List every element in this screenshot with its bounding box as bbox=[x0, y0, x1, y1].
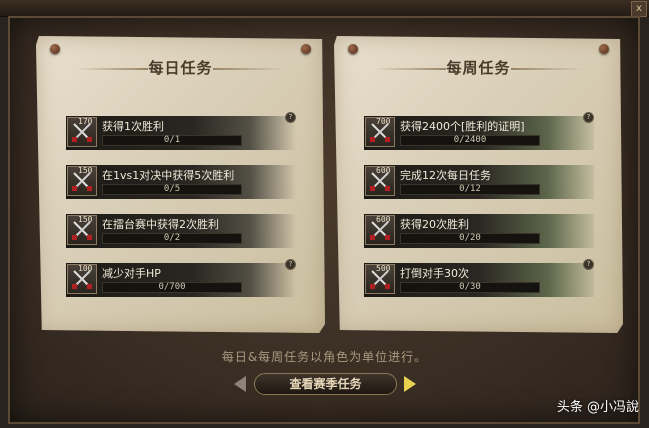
task-progress: 0/30 bbox=[459, 282, 481, 292]
help-icon[interactable]: ? bbox=[285, 259, 296, 270]
task-points: 500 bbox=[376, 264, 391, 273]
weekly-task-2[interactable]: 600 完成12次每日任务 0/12 bbox=[364, 165, 594, 199]
pin-icon bbox=[599, 44, 609, 54]
pin-icon bbox=[348, 44, 358, 54]
task-name: 打倒对手30次 bbox=[400, 267, 469, 280]
help-icon[interactable]: ? bbox=[285, 112, 296, 123]
task-progress-bar: 0/1 bbox=[102, 135, 242, 146]
task-points: 150 bbox=[78, 215, 93, 224]
task-name: 获得20次胜利 bbox=[400, 218, 469, 231]
quest-note: 每日&每周任务以角色为单位进行。 bbox=[221, 350, 428, 364]
task-name: 在擂台赛中获得2次胜利 bbox=[102, 218, 219, 231]
task-points: 700 bbox=[376, 117, 391, 126]
prev-arrow-icon[interactable] bbox=[234, 376, 246, 392]
weekly-quests-panel: 每周任务 700 获得2400个[胜利的证明] 0/2400 ? 600 完成1… bbox=[334, 36, 623, 333]
help-icon[interactable]: ? bbox=[583, 112, 594, 123]
task-points: 150 bbox=[78, 166, 93, 175]
task-progress: 0/1 bbox=[163, 135, 181, 145]
task-progress: 0/2 bbox=[163, 233, 181, 243]
daily-quests-panel: 每日任务 170 获得1次胜利 0/1 ? 150 在1vs1对决中获得5次胜利… bbox=[36, 36, 325, 333]
watermark: 头条 @小冯說 bbox=[556, 400, 639, 415]
task-name: 获得2400个[胜利的证明] bbox=[400, 120, 525, 133]
help-icon[interactable]: ? bbox=[583, 259, 594, 270]
task-progress-bar: 0/2400 bbox=[400, 135, 540, 146]
window-top-bar: x bbox=[0, 0, 649, 17]
daily-quests-title: 每日任务 bbox=[148, 59, 213, 77]
task-name: 获得1次胜利 bbox=[102, 120, 164, 133]
task-progress-bar: 0/5 bbox=[102, 184, 242, 195]
task-points: 600 bbox=[376, 166, 391, 175]
task-progress-bar: 0/700 bbox=[102, 282, 242, 293]
next-arrow-icon[interactable] bbox=[404, 376, 416, 392]
weekly-task-4[interactable]: 500 打倒对手30次 0/30 ? bbox=[364, 259, 594, 297]
weekly-task-1[interactable]: 700 获得2400个[胜利的证明] 0/2400 ? bbox=[364, 112, 594, 150]
task-name: 完成12次每日任务 bbox=[400, 169, 491, 182]
weekly-task-3[interactable]: 600 获得20次胜利 0/20 bbox=[364, 214, 594, 248]
task-progress: 0/12 bbox=[459, 184, 481, 194]
daily-task-3[interactable]: 150 在擂台赛中获得2次胜利 0/2 bbox=[66, 214, 296, 248]
task-name: 减少对手HP bbox=[102, 267, 161, 280]
daily-task-1[interactable]: 170 获得1次胜利 0/1 ? bbox=[66, 112, 296, 150]
daily-task-2[interactable]: 150 在1vs1对决中获得5次胜利 0/5 bbox=[66, 165, 296, 199]
pin-icon bbox=[301, 44, 311, 54]
task-progress: 0/20 bbox=[459, 233, 481, 243]
task-progress-bar: 0/12 bbox=[400, 184, 540, 195]
task-name: 在1vs1对决中获得5次胜利 bbox=[102, 169, 235, 182]
task-progress: 0/5 bbox=[163, 184, 181, 194]
task-points: 170 bbox=[78, 117, 93, 126]
task-progress-bar: 0/30 bbox=[400, 282, 540, 293]
close-button[interactable]: x bbox=[631, 1, 647, 17]
task-progress: 0/700 bbox=[158, 282, 186, 292]
task-progress: 0/2400 bbox=[453, 135, 487, 145]
task-progress-bar: 0/2 bbox=[102, 233, 242, 244]
task-points: 100 bbox=[78, 264, 93, 273]
task-points: 600 bbox=[376, 215, 391, 224]
view-season-quests-button[interactable]: 查看赛季任务 bbox=[254, 373, 397, 395]
task-progress-bar: 0/20 bbox=[400, 233, 540, 244]
pin-icon bbox=[50, 44, 60, 54]
weekly-quests-title: 每周任务 bbox=[446, 59, 511, 77]
daily-task-4[interactable]: 100 减少对手HP 0/700 ? bbox=[66, 259, 296, 297]
